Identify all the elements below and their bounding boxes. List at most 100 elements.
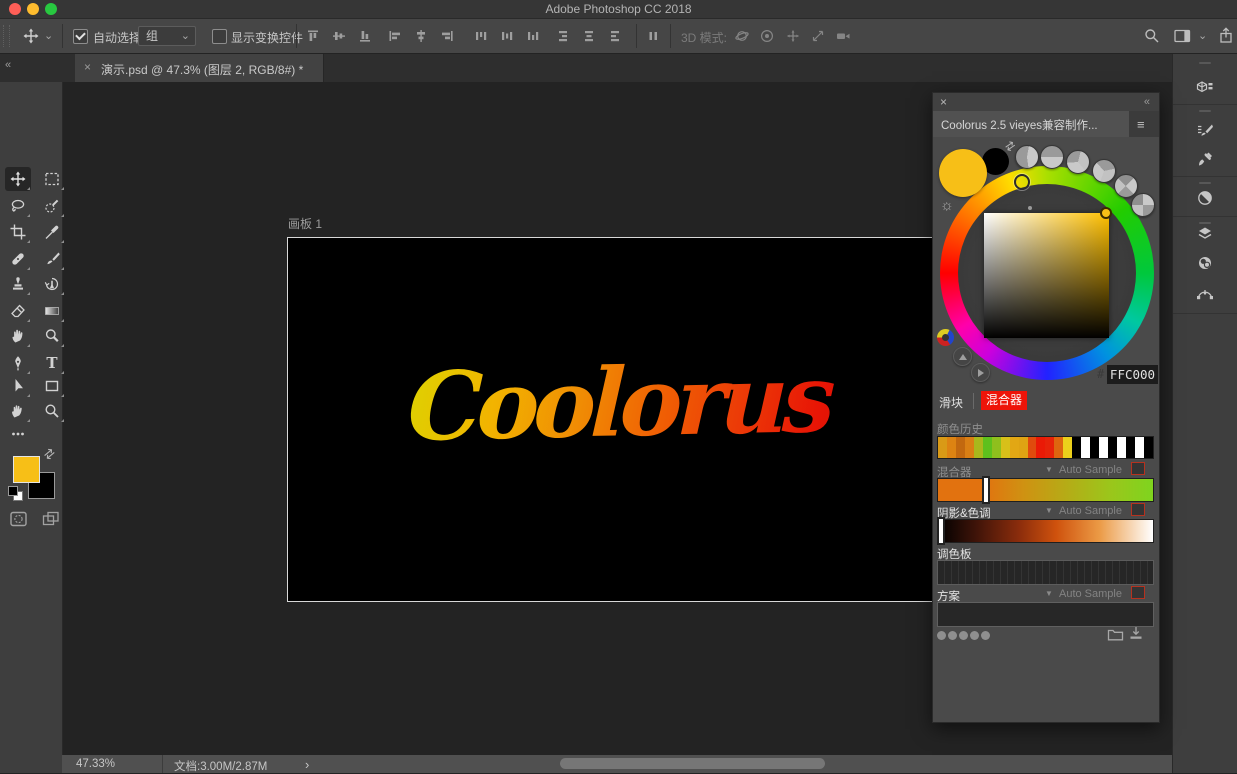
coolorus-panel-tab[interactable]: Coolorus 2.5 vieyes兼容制作... xyxy=(933,111,1129,137)
brushes-panel-icon[interactable] xyxy=(1193,147,1217,171)
search-icon[interactable] xyxy=(1144,28,1160,44)
dock-group-handle[interactable] xyxy=(1199,62,1211,64)
history-swatch[interactable] xyxy=(1117,437,1126,458)
3d-roll-icon[interactable] xyxy=(760,29,774,43)
hand-tool[interactable] xyxy=(5,399,31,423)
dock-group-handle[interactable] xyxy=(1199,182,1211,184)
sv-marker[interactable] xyxy=(1100,207,1112,219)
close-tab-icon[interactable]: × xyxy=(84,60,91,74)
swap-colors-icon[interactable]: ⇄ xyxy=(40,444,59,463)
3d-panel-icon[interactable] xyxy=(1193,77,1217,101)
adjustments-panel-icon[interactable] xyxy=(1193,186,1217,210)
options-bar-grip[interactable] xyxy=(3,25,10,47)
shadow-dropdown-icon[interactable]: ▼ xyxy=(1045,506,1053,515)
align-right-edges-button[interactable] xyxy=(440,29,454,43)
history-swatch[interactable] xyxy=(1099,437,1108,458)
scheme-dot[interactable] xyxy=(970,631,979,640)
artboard-label[interactable]: 画板 1 xyxy=(288,215,322,232)
gradient-tool[interactable] xyxy=(39,299,65,323)
auto-select-dropdown[interactable]: 组 ⌄ xyxy=(138,26,196,46)
scheme-auto-sample-checkbox[interactable] xyxy=(1131,586,1145,599)
distribute-left-edges-button[interactable] xyxy=(556,29,570,43)
dock-group-handle[interactable] xyxy=(1199,110,1211,112)
paths-panel-icon[interactable] xyxy=(1193,282,1217,306)
harmony-triad-knob[interactable] xyxy=(1092,159,1116,183)
history-swatch[interactable] xyxy=(1045,437,1054,458)
scheme-dot[interactable] xyxy=(948,631,957,640)
distribute-top-edges-button[interactable] xyxy=(474,29,488,43)
harmony-complement-knob[interactable] xyxy=(1040,145,1064,169)
history-swatch[interactable] xyxy=(1135,437,1144,458)
layers-panel-icon[interactable] xyxy=(1193,222,1217,246)
shadow-auto-sample-checkbox[interactable] xyxy=(1131,503,1145,516)
scheme-dot[interactable] xyxy=(937,631,946,640)
scheme-dot[interactable] xyxy=(959,631,968,640)
distribute-right-edges-button[interactable] xyxy=(608,29,622,43)
quick-mask-button[interactable] xyxy=(10,511,28,527)
align-bottom-edges-button[interactable] xyxy=(358,29,372,43)
zoom-level-field[interactable]: 47.33% xyxy=(76,758,115,770)
history-swatch[interactable] xyxy=(1126,437,1135,458)
collapse-panel-icon[interactable]: « xyxy=(1144,96,1150,108)
history-swatch[interactable] xyxy=(1063,437,1072,458)
distribute-bottom-edges-button[interactable] xyxy=(526,29,540,43)
panel-menu-icon[interactable]: ≡ xyxy=(1137,117,1145,132)
tab-slider[interactable]: 滑块 xyxy=(939,394,963,411)
history-swatch[interactable] xyxy=(1144,437,1153,458)
scheme-dropdown-icon[interactable]: ▼ xyxy=(1045,589,1053,598)
scheme-dot[interactable] xyxy=(981,631,990,640)
harmony-mono-knob[interactable] xyxy=(1015,145,1039,169)
3d-camera-icon[interactable] xyxy=(836,29,850,43)
tool-preset-chevron-icon[interactable]: ⌄ xyxy=(44,31,53,41)
history-brush-tool[interactable] xyxy=(39,272,65,296)
brush-settings-panel-icon[interactable] xyxy=(1193,119,1217,143)
history-swatch[interactable] xyxy=(947,437,956,458)
zoom-tool[interactable] xyxy=(39,399,65,423)
3d-slide-icon[interactable] xyxy=(811,29,825,43)
3d-orbit-icon[interactable] xyxy=(735,29,749,43)
mixer-auto-sample-checkbox[interactable] xyxy=(1131,462,1145,475)
harmony-tetrad-knob[interactable] xyxy=(1114,174,1138,198)
workspace-switcher-icon[interactable] xyxy=(1174,29,1191,43)
history-swatch[interactable] xyxy=(1001,437,1010,458)
type-tool[interactable]: T xyxy=(39,351,65,375)
history-swatch[interactable] xyxy=(956,437,965,458)
collapse-tools-icon[interactable]: « xyxy=(5,59,11,71)
show-transform-checkbox[interactable] xyxy=(212,29,227,44)
smudge-tool[interactable] xyxy=(5,324,31,348)
edit-toolbar-icon[interactable] xyxy=(5,422,31,446)
document-tab[interactable]: × 演示.psd @ 47.3% (图层 2, RGB/8#) * xyxy=(75,54,324,82)
history-swatch[interactable] xyxy=(1054,437,1063,458)
history-swatch[interactable] xyxy=(1036,437,1045,458)
history-swatch[interactable] xyxy=(1081,437,1090,458)
history-swatch[interactable] xyxy=(1090,437,1099,458)
import-download-icon[interactable] xyxy=(1128,625,1144,642)
harmony-analogous-knob[interactable] xyxy=(1066,150,1090,174)
status-chevron-icon[interactable]: › xyxy=(305,757,309,772)
workspace-chevron-icon[interactable]: ⌄ xyxy=(1198,31,1207,41)
color-history-strip[interactable] xyxy=(937,436,1154,459)
history-swatch[interactable] xyxy=(992,437,1001,458)
history-swatch[interactable] xyxy=(1072,437,1081,458)
history-swatch[interactable] xyxy=(1028,437,1037,458)
channels-panel-icon[interactable] xyxy=(1193,251,1217,275)
align-horizontal-centers-button[interactable] xyxy=(414,29,428,43)
history-swatch[interactable] xyxy=(974,437,983,458)
eyedropper-tool[interactable] xyxy=(39,220,65,244)
distribute-vertical-centers-button[interactable] xyxy=(500,29,514,43)
history-swatch[interactable] xyxy=(983,437,992,458)
scheme-box[interactable] xyxy=(937,602,1154,627)
eraser-tool[interactable] xyxy=(5,299,31,323)
brightness-icon[interactable]: ☼ xyxy=(940,197,954,214)
hue-ring-marker[interactable] xyxy=(1014,174,1030,190)
clone-stamp-tool[interactable] xyxy=(5,272,31,296)
share-icon[interactable] xyxy=(1218,27,1234,44)
play-button[interactable] xyxy=(971,363,990,382)
panel-foreground-color[interactable] xyxy=(939,149,987,197)
history-swatch[interactable] xyxy=(938,437,947,458)
crop-tool[interactable] xyxy=(5,220,31,244)
history-swatch[interactable] xyxy=(1019,437,1028,458)
distribute-horizontal-centers-button[interactable] xyxy=(582,29,596,43)
align-left-edges-button[interactable] xyxy=(388,29,402,43)
screen-mode-button[interactable] xyxy=(42,511,60,527)
